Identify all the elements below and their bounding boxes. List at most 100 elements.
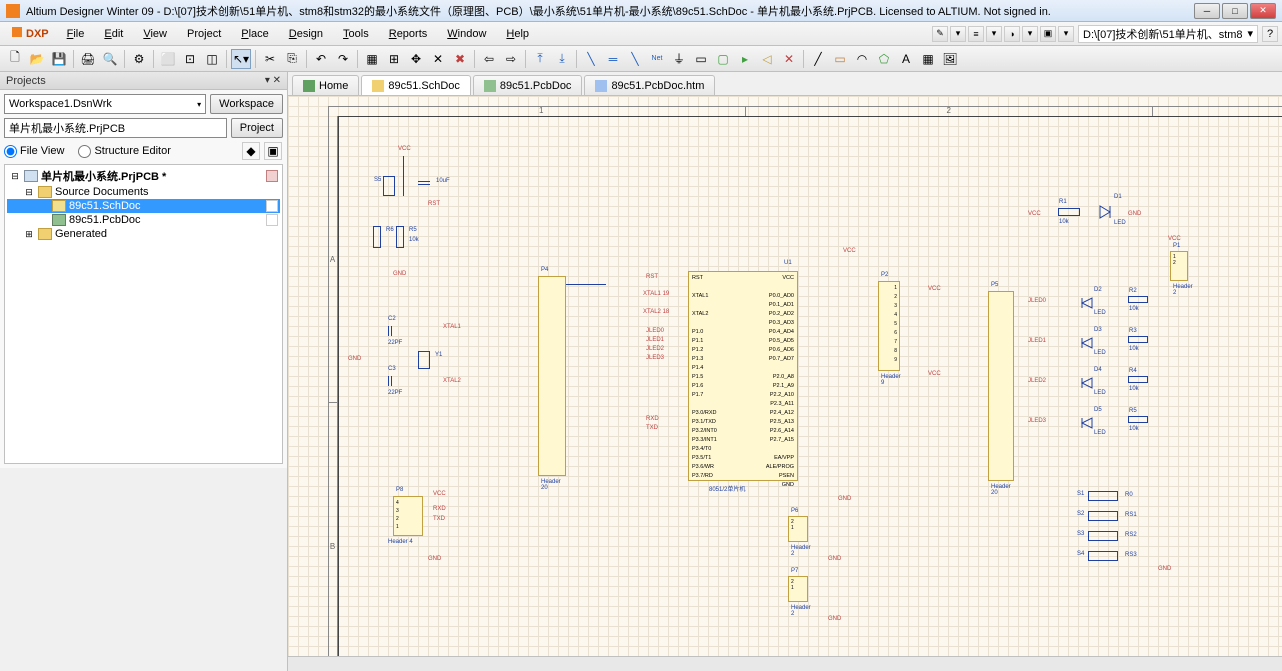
menu-window[interactable]: Window: [437, 28, 496, 40]
tb-rect[interactable]: ▭: [830, 49, 850, 69]
tb-zoom-fit[interactable]: ⊡: [180, 49, 200, 69]
tree-generated[interactable]: ⊞ Generated: [7, 227, 280, 241]
tree-root[interactable]: ⊟ 单片机最小系统.PrjPCB *: [7, 167, 280, 185]
tb-compile[interactable]: ⚙: [129, 49, 149, 69]
menu-reports[interactable]: Reports: [379, 28, 438, 40]
fileview-radio[interactable]: File View: [4, 145, 64, 158]
jled3-net: JLED3: [1028, 418, 1046, 424]
window-title: Altium Designer Winter 09 - D:\[07]技术创新\…: [26, 3, 1192, 19]
tb-new[interactable]: 🗋: [5, 49, 25, 69]
project-combo[interactable]: 单片机最小系统.PrjPCB: [4, 118, 227, 138]
schematic-canvas[interactable]: 1 2 3 4 A B C VCC 10uF S5: [288, 96, 1282, 656]
dxp-menu[interactable]: DXP: [4, 27, 57, 40]
menu-design[interactable]: Design: [279, 28, 333, 40]
sw-s3: S3RS2: [1088, 531, 1118, 541]
menu-file[interactable]: File: [57, 28, 95, 40]
tb-img[interactable]: 🖼: [940, 49, 960, 69]
tb-cut[interactable]: ✂: [260, 49, 280, 69]
tree-collapse-icon[interactable]: ⊟: [23, 187, 35, 198]
workspace-button[interactable]: Workspace: [210, 94, 283, 114]
tb-arc[interactable]: ◠: [852, 49, 872, 69]
minimize-button[interactable]: ─: [1194, 3, 1220, 19]
vcc-d1: VCC: [1028, 211, 1041, 217]
menu-project[interactable]: Project: [177, 28, 231, 40]
tree-collapse-icon[interactable]: ⊟: [9, 171, 21, 182]
tool-icon-5[interactable]: ◑: [1004, 26, 1020, 42]
menu-place[interactable]: Place: [231, 28, 279, 40]
menu-tools[interactable]: Tools: [333, 28, 379, 40]
ruler-1: 1: [338, 106, 746, 116]
close-button[interactable]: ✕: [1250, 3, 1276, 19]
tb-noERC[interactable]: ✕: [779, 49, 799, 69]
maximize-button[interactable]: □: [1222, 3, 1248, 19]
tb-zoom-area[interactable]: ⬜: [158, 49, 178, 69]
tool-icon-7[interactable]: ▣: [1040, 26, 1056, 42]
tool-icon-6[interactable]: ▾: [1022, 26, 1038, 42]
project-tree[interactable]: ⊟ 单片机最小系统.PrjPCB * ⊟ Source Documents 89…: [4, 164, 283, 464]
panel-opt2-icon[interactable]: ▣: [264, 142, 282, 160]
help-icon[interactable]: ?: [1262, 26, 1278, 42]
tool-icon-3[interactable]: ≡: [968, 26, 984, 42]
tb-text[interactable]: A: [896, 49, 916, 69]
tab-schdoc[interactable]: 89c51.SchDoc: [361, 75, 471, 95]
cap-c1: 10uF: [418, 181, 430, 185]
tb-align[interactable]: ⊞: [384, 49, 404, 69]
tb-poly[interactable]: ⬠: [874, 49, 894, 69]
tab-home[interactable]: Home: [292, 75, 359, 95]
structure-radio[interactable]: Structure Editor: [78, 145, 170, 158]
tb-undo[interactable]: ↶: [311, 49, 331, 69]
tool-icon-1[interactable]: ✎: [932, 26, 948, 42]
tb-port[interactable]: ◁: [757, 49, 777, 69]
menu-view[interactable]: View: [133, 28, 177, 40]
dxp-label: DXP: [26, 28, 49, 40]
tb-hier-up[interactable]: ⤒: [530, 49, 550, 69]
tree-source-docs[interactable]: ⊟ Source Documents: [7, 185, 280, 199]
tb-print[interactable]: 🖨: [78, 49, 98, 69]
gnd-p7: GND: [828, 616, 841, 622]
tab-htm[interactable]: 89c51.PcbDoc.htm: [584, 75, 715, 95]
menu-edit[interactable]: Edit: [94, 28, 133, 40]
tb-line[interactable]: ╱: [808, 49, 828, 69]
xtal1-net: XTAL1: [443, 324, 461, 330]
tb-wire[interactable]: ╲: [581, 49, 601, 69]
tb-hier-dn[interactable]: ⤓: [552, 49, 572, 69]
tb-grid[interactable]: ▦: [362, 49, 382, 69]
tb-bus[interactable]: ═: [603, 49, 623, 69]
tb-move[interactable]: ✥: [406, 49, 426, 69]
project-button[interactable]: Project: [231, 118, 283, 138]
tb-power[interactable]: ⏚: [669, 49, 689, 69]
tb-copy[interactable]: ⎘: [282, 49, 302, 69]
tab-pcbdoc[interactable]: 89c51.PcbDoc: [473, 75, 583, 95]
tb-back[interactable]: ⇦: [479, 49, 499, 69]
tb-preview[interactable]: 🔍: [100, 49, 120, 69]
tree-schdoc[interactable]: 89c51.SchDoc: [7, 199, 280, 213]
horizontal-scrollbar[interactable]: [288, 656, 1282, 671]
workspace-combo[interactable]: Workspace1.DsnWrk ▾: [4, 94, 206, 114]
tb-cursor[interactable]: ↖▾: [231, 49, 251, 69]
path-combo-text: D:\[07]技术创新\51单片机、stm8: [1083, 26, 1243, 42]
tb-busent[interactable]: ╲: [625, 49, 645, 69]
tree-pcbdoc[interactable]: 89c51.PcbDoc: [7, 213, 280, 227]
tool-icon-4[interactable]: ▾: [986, 26, 1002, 42]
tool-icon-8[interactable]: ▾: [1058, 26, 1074, 42]
structure-label: Structure Editor: [94, 145, 170, 157]
tool-icon-2[interactable]: ▾: [950, 26, 966, 42]
tb-cross[interactable]: ✕: [428, 49, 448, 69]
path-combo[interactable]: D:\[07]技术创新\51单片机、stm8▾: [1078, 25, 1258, 43]
tb-sheet[interactable]: ▢: [713, 49, 733, 69]
tb-sheetent[interactable]: ▸: [735, 49, 755, 69]
tb-zoom-sel[interactable]: ◫: [202, 49, 222, 69]
header-p1: P112Header 2: [1170, 251, 1188, 281]
menu-help[interactable]: Help: [496, 28, 539, 40]
panel-pin-icon[interactable]: ▾ ✕: [265, 75, 281, 86]
panel-opt1-icon[interactable]: ◆: [242, 142, 260, 160]
tb-redo[interactable]: ↷: [333, 49, 353, 69]
tb-fwd[interactable]: ⇨: [501, 49, 521, 69]
tb-array[interactable]: ▦: [918, 49, 938, 69]
tb-netlabel[interactable]: Net: [647, 49, 667, 69]
tb-delete[interactable]: ✖: [450, 49, 470, 69]
tb-save[interactable]: 💾: [49, 49, 69, 69]
tree-expand-icon[interactable]: ⊞: [23, 229, 35, 240]
tb-open[interactable]: 📂: [27, 49, 47, 69]
tb-part[interactable]: ▭: [691, 49, 711, 69]
